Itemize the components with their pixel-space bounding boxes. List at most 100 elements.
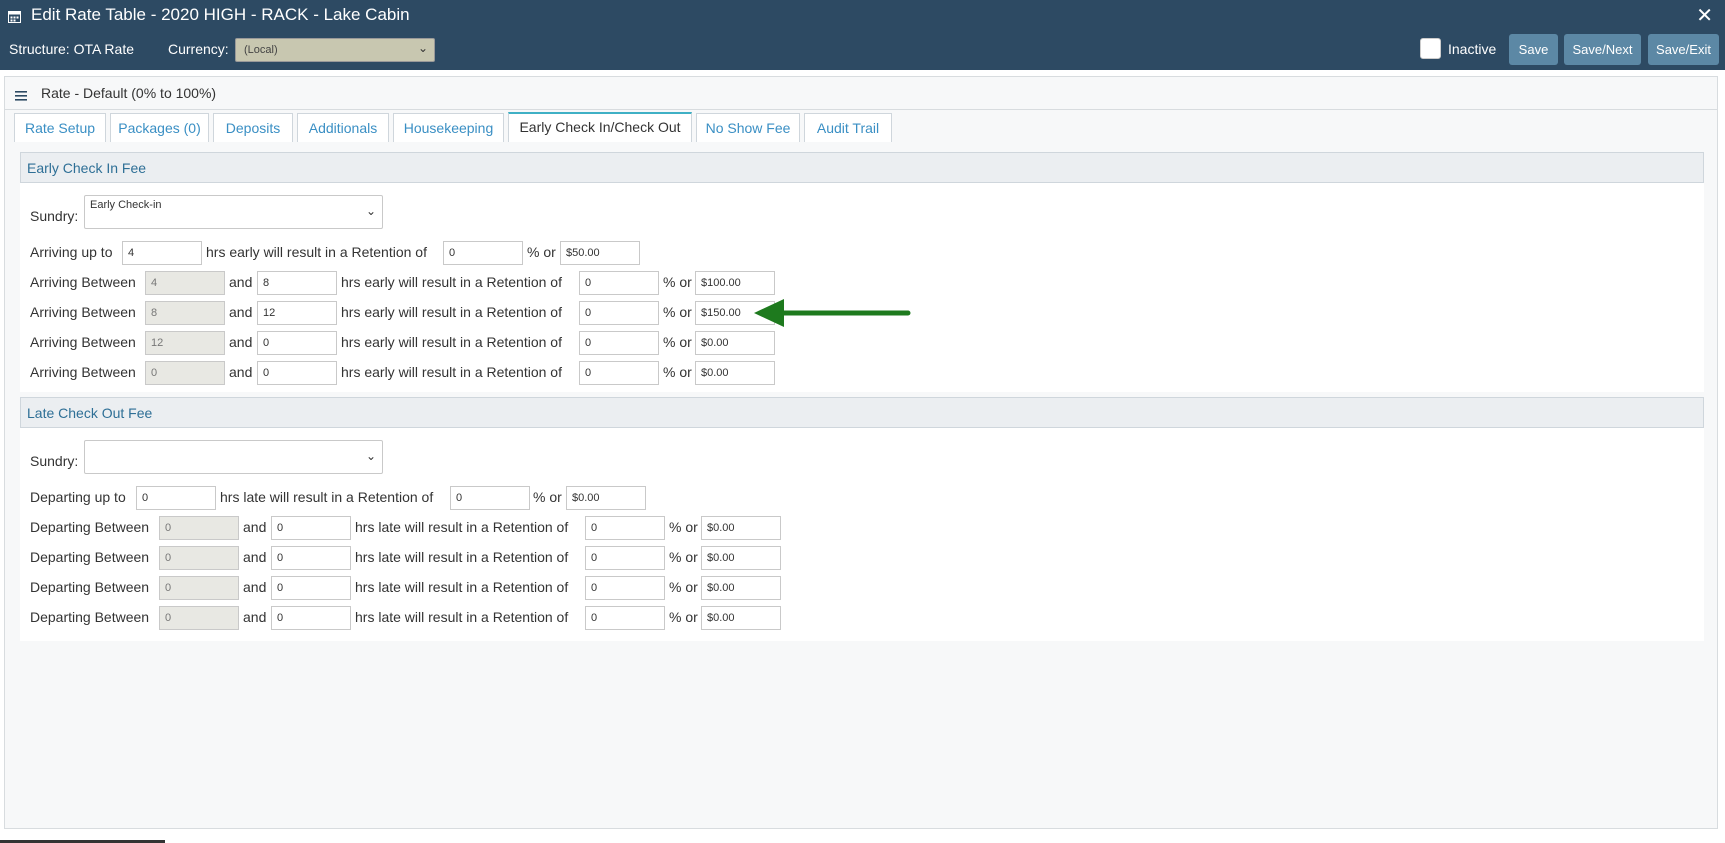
early-sundry-select[interactable]: Early Check-in ⌄ [84,195,383,229]
late-amount-input[interactable]: $0.00 [701,516,781,540]
tab-packages[interactable]: Packages (0) [110,113,209,142]
early-to-hours-input[interactable]: 12 [257,301,337,325]
chevron-down-icon: ⌄ [365,449,376,463]
late-up-to-hours-input[interactable]: 0 [136,486,216,510]
early-first-prefix: Arriving up to [30,244,113,260]
and-label: and [229,334,253,350]
early-percent-input[interactable]: 0 [579,301,659,325]
panel-header: Rate - Default (0% to 100%) [5,77,1717,110]
tab-rate-setup[interactable]: Rate Setup [14,113,106,142]
late-sundry-select[interactable]: ⌄ [84,440,383,474]
late-amount-input[interactable]: $0.00 [701,606,781,630]
chevron-down-icon: ⌄ [417,41,428,55]
tab-housekeeping[interactable]: Housekeeping [393,113,504,142]
early-from-hours-input: 4 [145,271,225,295]
percent-or-label: % or [669,549,698,565]
early-percent-input[interactable]: 0 [579,331,659,355]
currency-value: (Local) [244,44,278,56]
between-label: Arriving Between [30,274,136,290]
percent-or-label: % or [663,274,692,290]
percent-or-label: % or [527,244,556,260]
window-titlebar: Edit Rate Table - 2020 HIGH - RACK - Lak… [0,0,1725,70]
late-sundry-label: Sundry: [30,453,79,469]
early-check-in-header: Early Check In Fee [20,152,1704,183]
and-label: and [243,579,267,595]
early-percent-input[interactable]: 0 [579,271,659,295]
retention-text: hrs early will result in a Retention of [341,274,562,290]
percent-or-label: % or [669,519,698,535]
currency-label: Currency: [168,41,229,57]
late-amount-input[interactable]: $0.00 [701,546,781,570]
and-label: and [229,364,253,380]
early-from-hours-input: 0 [145,361,225,385]
hamburger-menu-icon[interactable] [15,90,27,102]
percent-or-label: % or [669,579,698,595]
late-up-to-percent-input[interactable]: 0 [450,486,530,510]
inactive-label: Inactive [1448,41,1497,57]
save-button[interactable]: Save [1509,34,1558,65]
retention-text: hrs early will result in a Retention of [341,364,562,380]
between-label: Departing Between [30,549,150,565]
early-amount-input[interactable]: $100.00 [695,271,775,295]
early-amount-input[interactable]: $0.00 [695,361,775,385]
tab-additionals[interactable]: Additionals [297,113,389,142]
early-from-hours-input: 8 [145,301,225,325]
early-up-to-hours-input[interactable]: 4 [122,241,202,265]
percent-or-label: % or [663,334,692,350]
early-from-hours-input: 12 [145,331,225,355]
retention-text: hrs late will result in a Retention of [355,579,569,595]
and-label: and [243,549,267,565]
save-next-button[interactable]: Save/Next [1564,34,1641,65]
early-to-hours-input[interactable]: 8 [257,271,337,295]
chevron-down-icon: ⌄ [365,204,376,218]
late-percent-input[interactable]: 0 [585,576,665,600]
late-check-out-header: Late Check Out Fee [20,397,1704,428]
retention-text: hrs early will result in a Retention of [341,334,562,350]
late-percent-input[interactable]: 0 [585,606,665,630]
and-label: and [229,274,253,290]
title-row: Edit Rate Table - 2020 HIGH - RACK - Lak… [0,0,1725,33]
late-amount-input[interactable]: $0.00 [701,576,781,600]
percent-or-label: % or [663,364,692,380]
tab-no-show-fee[interactable]: No Show Fee [696,113,800,142]
late-percent-input[interactable]: 0 [585,516,665,540]
panel-title: Rate - Default (0% to 100%) [41,85,217,101]
close-icon[interactable]: ✕ [1696,4,1713,28]
late-from-hours-input: 0 [159,516,239,540]
tab-audit-trail[interactable]: Audit Trail [804,113,892,142]
late-percent-input[interactable]: 0 [585,546,665,570]
early-up-to-amount-input[interactable]: $50.00 [560,241,640,265]
tab-deposits[interactable]: Deposits [213,113,293,142]
early-to-hours-input[interactable]: 0 [257,361,337,385]
between-label: Departing Between [30,579,150,595]
early-up-to-percent-input[interactable]: 0 [443,241,523,265]
late-from-hours-input: 0 [159,576,239,600]
between-label: Departing Between [30,609,150,625]
early-first-text: hrs early will result in a Retention of [206,244,427,260]
early-sundry-label: Sundry: [30,208,79,224]
structure-label: Structure: OTA Rate [9,41,135,57]
save-exit-button[interactable]: Save/Exit [1648,34,1719,65]
late-to-hours-input[interactable]: 0 [271,546,351,570]
early-to-hours-input[interactable]: 0 [257,331,337,355]
late-to-hours-input[interactable]: 0 [271,516,351,540]
percent-or-label: % or [533,489,562,505]
late-up-to-amount-input[interactable]: $0.00 [566,486,646,510]
early-sundry-value: Early Check-in [90,199,162,211]
percent-or-label: % or [663,304,692,320]
late-from-hours-input: 0 [159,546,239,570]
late-to-hours-input[interactable]: 0 [271,576,351,600]
inactive-checkbox[interactable] [1420,38,1441,59]
between-label: Arriving Between [30,334,136,350]
and-label: and [229,304,253,320]
retention-text: hrs early will result in a Retention of [341,304,562,320]
green-arrow-icon [754,299,911,327]
early-amount-input[interactable]: $0.00 [695,331,775,355]
early-percent-input[interactable]: 0 [579,361,659,385]
tab-early-check-in-check-out[interactable]: Early Check In/Check Out [508,112,692,142]
currency-select[interactable]: (Local) ⌄ [235,38,435,62]
late-to-hours-input[interactable]: 0 [271,606,351,630]
retention-text: hrs late will result in a Retention of [355,519,569,535]
late-first-prefix: Departing up to [30,489,126,505]
calendar-icon [8,11,21,23]
